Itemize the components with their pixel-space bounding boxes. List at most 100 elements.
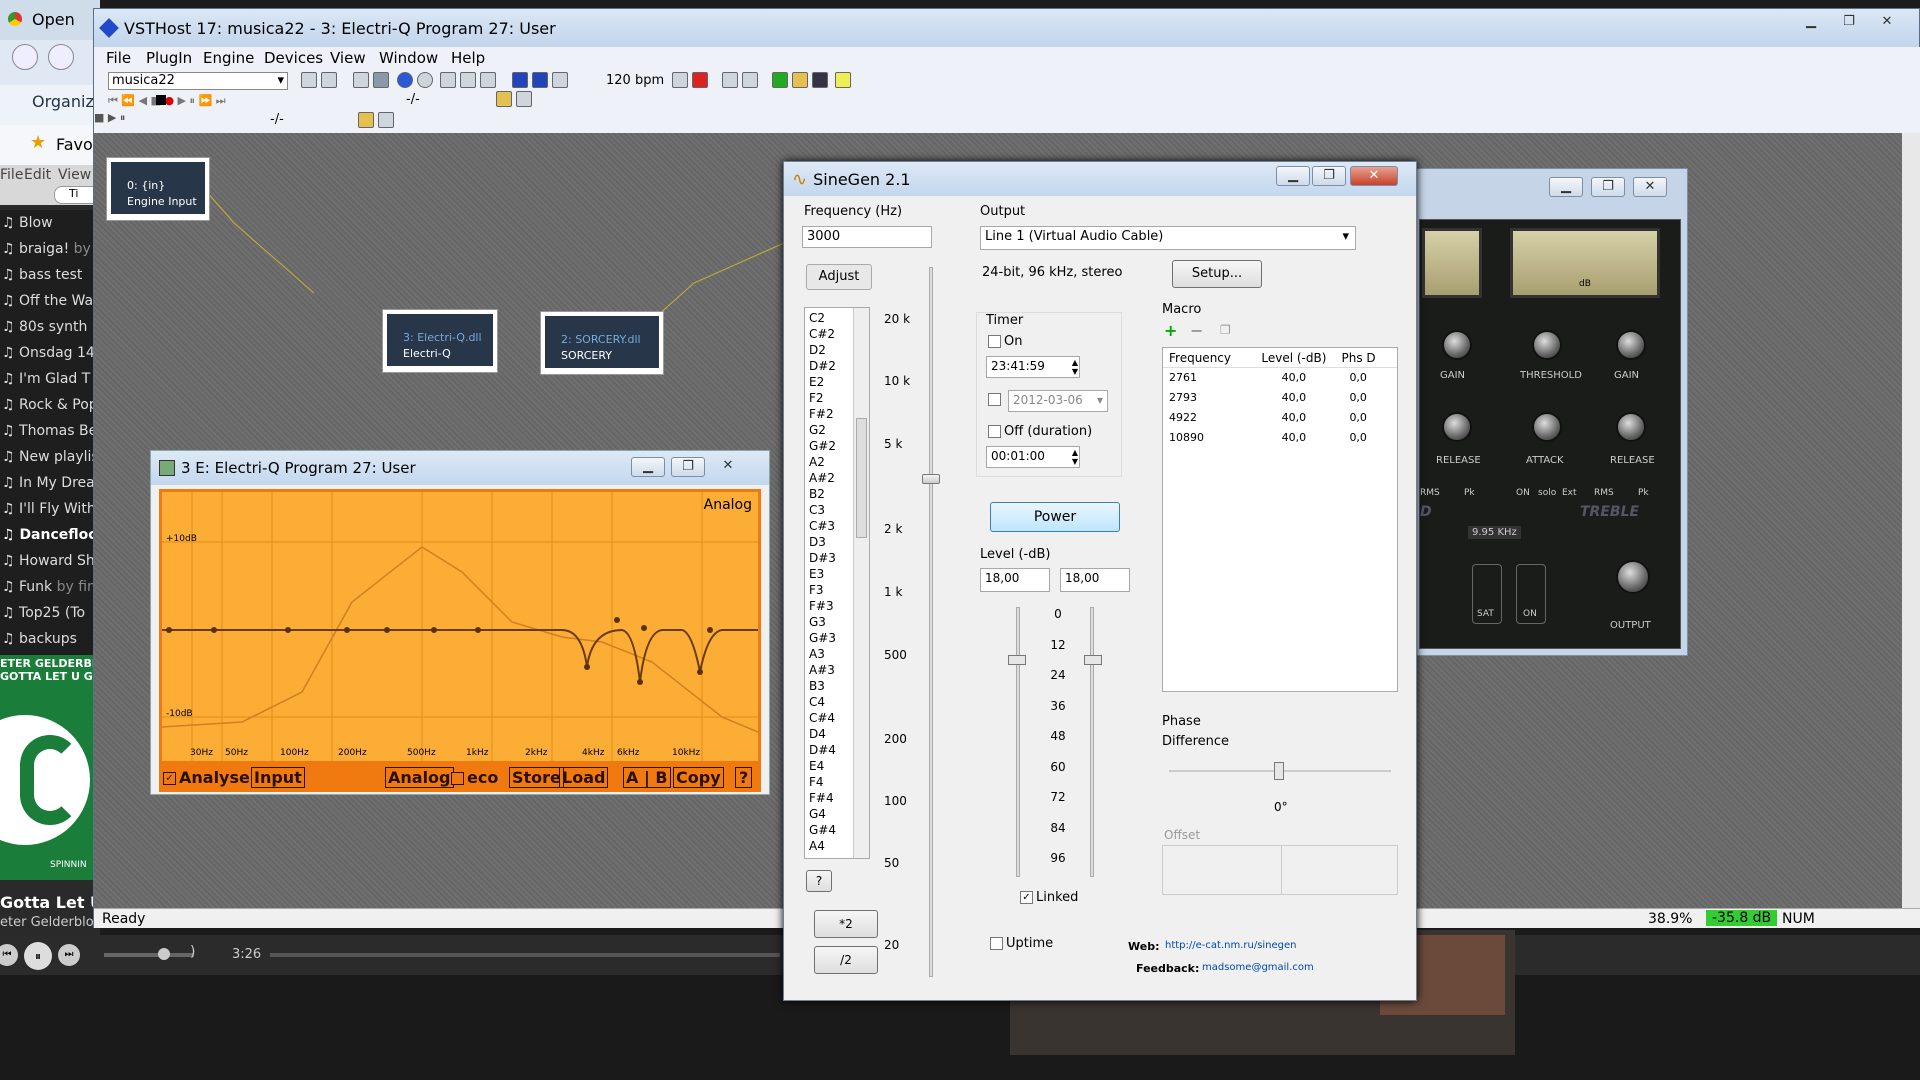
seek-bar[interactable]: [270, 953, 780, 957]
browser-tab-open[interactable]: Open: [32, 10, 75, 29]
menu-window[interactable]: Window: [379, 49, 438, 67]
menu-view[interactable]: View: [330, 49, 366, 67]
maximize-button[interactable]: ❐: [1591, 177, 1625, 197]
column-header[interactable]: Phs D: [1338, 348, 1398, 367]
copy-icon[interactable]: ❐: [1220, 323, 1231, 337]
phase-slider-thumb[interactable]: [1274, 762, 1284, 780]
level-right-slider[interactable]: [1090, 607, 1094, 877]
bpm-display[interactable]: 120 bpm: [606, 73, 664, 88]
threshold-knob[interactable]: [1532, 330, 1562, 360]
toolbar-icon[interactable]: [552, 72, 569, 88]
on-switch[interactable]: ON: [1516, 564, 1546, 624]
minimize-button[interactable]: ▁: [1549, 177, 1583, 197]
toolbar-icon[interactable]: [516, 91, 532, 107]
spinner-icon[interactable]: ▲ ▼: [1072, 358, 1078, 376]
volume-slider[interactable]: [104, 953, 194, 957]
frequency-input[interactable]: 3000: [802, 226, 932, 248]
toolbar-icon[interactable]: [440, 72, 457, 88]
next-icon[interactable]: ⏭: [58, 944, 80, 966]
playlist-item[interactable]: ♫ Off the Wa: [2, 293, 93, 309]
playlist-item[interactable]: ♫ 80s synth: [2, 319, 87, 335]
spinner-icon[interactable]: ▲ ▼: [1072, 448, 1078, 466]
player-menu-edit[interactable]: Edit: [24, 167, 51, 183]
note-list[interactable]: C2 C#2 D2 D#2 E2 F2 F#2 G2 G#2 A2 A#2 B2 C3 C#3 D3 D#3 E…: [804, 307, 870, 859]
table-row[interactable]: 4922 40,0 0,0: [1163, 408, 1397, 428]
gain-knob[interactable]: [1616, 330, 1646, 360]
sat-switch[interactable]: SAT: [1472, 564, 1502, 624]
menu-file[interactable]: File: [106, 49, 131, 67]
toolbar-icon[interactable]: [372, 72, 389, 88]
analyse-checkbox[interactable]: ✓ Analyse: [163, 768, 250, 787]
input-button[interactable]: Input: [251, 767, 305, 788]
minimize-button[interactable]: ▁: [1276, 166, 1310, 186]
release-knob[interactable]: [1442, 412, 1472, 442]
level-left-input[interactable]: 18,00: [980, 568, 1050, 592]
minimize-button[interactable]: ▁: [1794, 13, 1828, 33]
playlist-item[interactable]: ♫ Top25 (To: [2, 605, 85, 621]
minimize-button[interactable]: ▁: [631, 457, 665, 477]
power-button[interactable]: Power: [990, 502, 1120, 532]
playlist-item[interactable]: ♫ backups: [2, 631, 77, 647]
output-device-select[interactable]: Line 1 (Virtual Audio Cable) ▾: [980, 226, 1356, 250]
node-sorcery[interactable]: 2: SORCERY.dll SORCERY: [540, 311, 664, 375]
transport-2[interactable]: ■ ▶ ⏸: [94, 111, 125, 125]
close-button[interactable]: ✕: [1633, 177, 1667, 197]
column-header[interactable]: Level (-dB): [1250, 348, 1337, 367]
close-button[interactable]: ✕: [711, 457, 745, 477]
feedback-link[interactable]: madsome@gmail.com: [1202, 962, 1314, 973]
gain-knob[interactable]: [1442, 330, 1472, 360]
playlist-item[interactable]: ♫ Onsdag 14: [2, 345, 95, 361]
toolbar-icon[interactable]: [352, 72, 369, 88]
output-knob[interactable]: [1616, 560, 1650, 594]
open-folder-icon[interactable]: [496, 91, 512, 107]
store-button[interactable]: Store: [509, 767, 564, 788]
load-button[interactable]: Load: [559, 767, 609, 788]
macro-table[interactable]: Frequency Level (-dB) Phs D 2761 40,0 0,0 2…: [1162, 347, 1398, 692]
web-link[interactable]: http://e-cat.nm.ru/sinegen: [1165, 940, 1297, 951]
offset-box[interactable]: [1162, 845, 1398, 895]
bank-select[interactable]: musica22 ▾: [108, 72, 288, 90]
help-button[interactable]: ?: [806, 870, 832, 892]
alert-icon[interactable]: [692, 72, 708, 88]
toolbar-icon[interactable]: [460, 72, 477, 88]
column-header[interactable]: Frequency: [1163, 348, 1250, 367]
playlist-item[interactable]: ♫ Rock & Pop: [2, 397, 98, 413]
eq-graph[interactable]: Analog +10dB -10dB 30Hz 50Hz 100Hz 200Hz…: [159, 489, 761, 764]
player-menu-view[interactable]: View: [58, 167, 91, 183]
release-knob[interactable]: [1616, 412, 1646, 442]
toolbar-icon[interactable]: [721, 72, 738, 88]
info-icon[interactable]: [396, 72, 413, 88]
date-checkbox[interactable]: [988, 392, 1004, 406]
timer-on-checkbox[interactable]: On: [988, 334, 1022, 349]
duration-input[interactable]: 00:01:00 ▲ ▼: [986, 446, 1080, 468]
playlist-item[interactable]: ♫ Funk by fin: [2, 579, 96, 595]
playlist-item[interactable]: ♫ braiga! by: [2, 241, 91, 257]
playlist-item[interactable]: ♫ In My Drea: [2, 475, 95, 491]
menu-plugin[interactable]: PlugIn: [146, 49, 192, 67]
calendar-dropdown-icon[interactable]: ▾: [1097, 393, 1103, 407]
note-list-scrollbar[interactable]: [853, 308, 869, 858]
eq-help-button[interactable]: ?: [735, 767, 753, 788]
analog-button[interactable]: Analog: [385, 767, 454, 788]
player-menu-file[interactable]: File: [0, 167, 23, 183]
toolbar-icon[interactable]: [321, 72, 337, 88]
maximize-button[interactable]: ❐: [671, 457, 705, 477]
save-icon[interactable]: [811, 72, 828, 88]
close-button[interactable]: ✕: [1350, 166, 1398, 186]
favorites-link[interactable]: Favo: [56, 135, 93, 154]
pause-icon[interactable]: ⏸: [24, 942, 52, 970]
back-button[interactable]: [12, 44, 38, 70]
forward-button[interactable]: [48, 44, 74, 70]
playlist-item[interactable]: ♫ Dancefloo: [2, 527, 98, 543]
remove-icon[interactable]: −: [1190, 321, 1203, 340]
playlist-item[interactable]: ♫ I'll Fly With: [2, 501, 96, 517]
close-button[interactable]: ✕: [1870, 13, 1904, 33]
speaker-icon[interactable]: ): [190, 944, 195, 960]
playlist-item[interactable]: ♫ bass test: [2, 267, 82, 283]
transport-stop-icon[interactable]: [156, 95, 166, 105]
level-right-thumb[interactable]: [1084, 655, 1102, 665]
menu-engine[interactable]: Engine: [203, 49, 254, 67]
off-duration-checkbox[interactable]: Off (duration): [988, 424, 1092, 439]
toolbar-icon[interactable]: [480, 72, 497, 88]
playlist-item[interactable]: ♫ I'm Glad T: [2, 371, 90, 387]
